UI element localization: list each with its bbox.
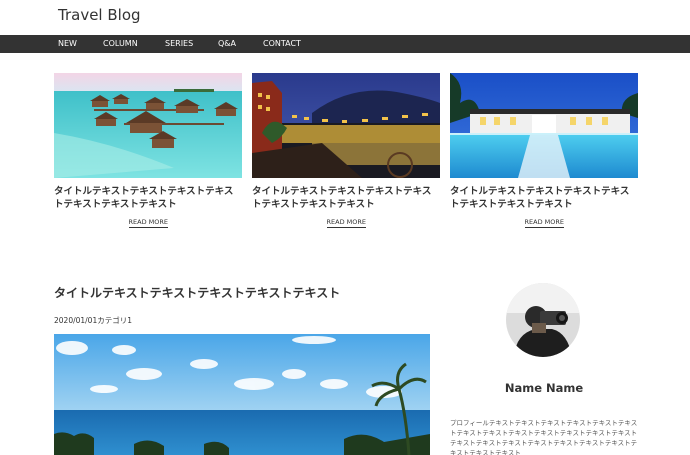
- read-more-link[interactable]: READ MORE: [326, 218, 366, 228]
- read-more-link[interactable]: READ MORE: [128, 218, 168, 228]
- article-card: タイトルテキストテキストテキストテキストテキストテキストテキスト READ MO…: [252, 73, 440, 228]
- post-title[interactable]: タイトルテキストテキストテキストテキストテキスト: [54, 284, 340, 301]
- nav-item-new[interactable]: NEW: [58, 35, 77, 53]
- card-title[interactable]: タイトルテキストテキストテキストテキストテキストテキストテキスト: [54, 185, 242, 213]
- photographer-avatar: [506, 283, 580, 357]
- profile-avatar: [506, 283, 580, 357]
- nav-item-column[interactable]: COLUMN: [103, 35, 138, 53]
- card-title[interactable]: タイトルテキストテキストテキストテキストテキストテキストテキスト: [252, 185, 440, 213]
- profile-name: Name Name: [504, 381, 584, 395]
- night-riverside-town-photo: [252, 73, 440, 178]
- main-nav: NEW COLUMN SERIES Q&A CONTACT: [0, 35, 690, 53]
- card-image-resort-pool-night[interactable]: [450, 73, 638, 178]
- article-card: タイトルテキストテキストテキストテキストテキストテキストテキスト READ MO…: [54, 73, 242, 228]
- card-image-overwater-bungalows[interactable]: [54, 73, 242, 178]
- site-title[interactable]: Travel Blog: [58, 6, 141, 24]
- nav-item-contact[interactable]: CONTACT: [263, 35, 301, 53]
- nav-item-series[interactable]: SERIES: [165, 35, 193, 53]
- profile-text: プロフィールテキストテキストテキストテキストテキストテキストテキストテキストテキ…: [450, 419, 638, 455]
- read-more-link[interactable]: READ MORE: [524, 218, 564, 228]
- card-image-night-riverside-town[interactable]: [252, 73, 440, 178]
- card-title[interactable]: タイトルテキストテキストテキストテキストテキストテキストテキスト: [450, 185, 638, 213]
- nav-item-qa[interactable]: Q&A: [218, 35, 236, 53]
- post-image: [54, 334, 430, 455]
- resort-pool-night-photo: [450, 73, 638, 178]
- overwater-bungalows-photo: [54, 73, 242, 178]
- tropical-coast-photo: [54, 334, 430, 455]
- post-meta: 2020/01/01カテゴリ1: [54, 316, 132, 325]
- article-card: タイトルテキストテキストテキストテキストテキストテキストテキスト READ MO…: [450, 73, 638, 228]
